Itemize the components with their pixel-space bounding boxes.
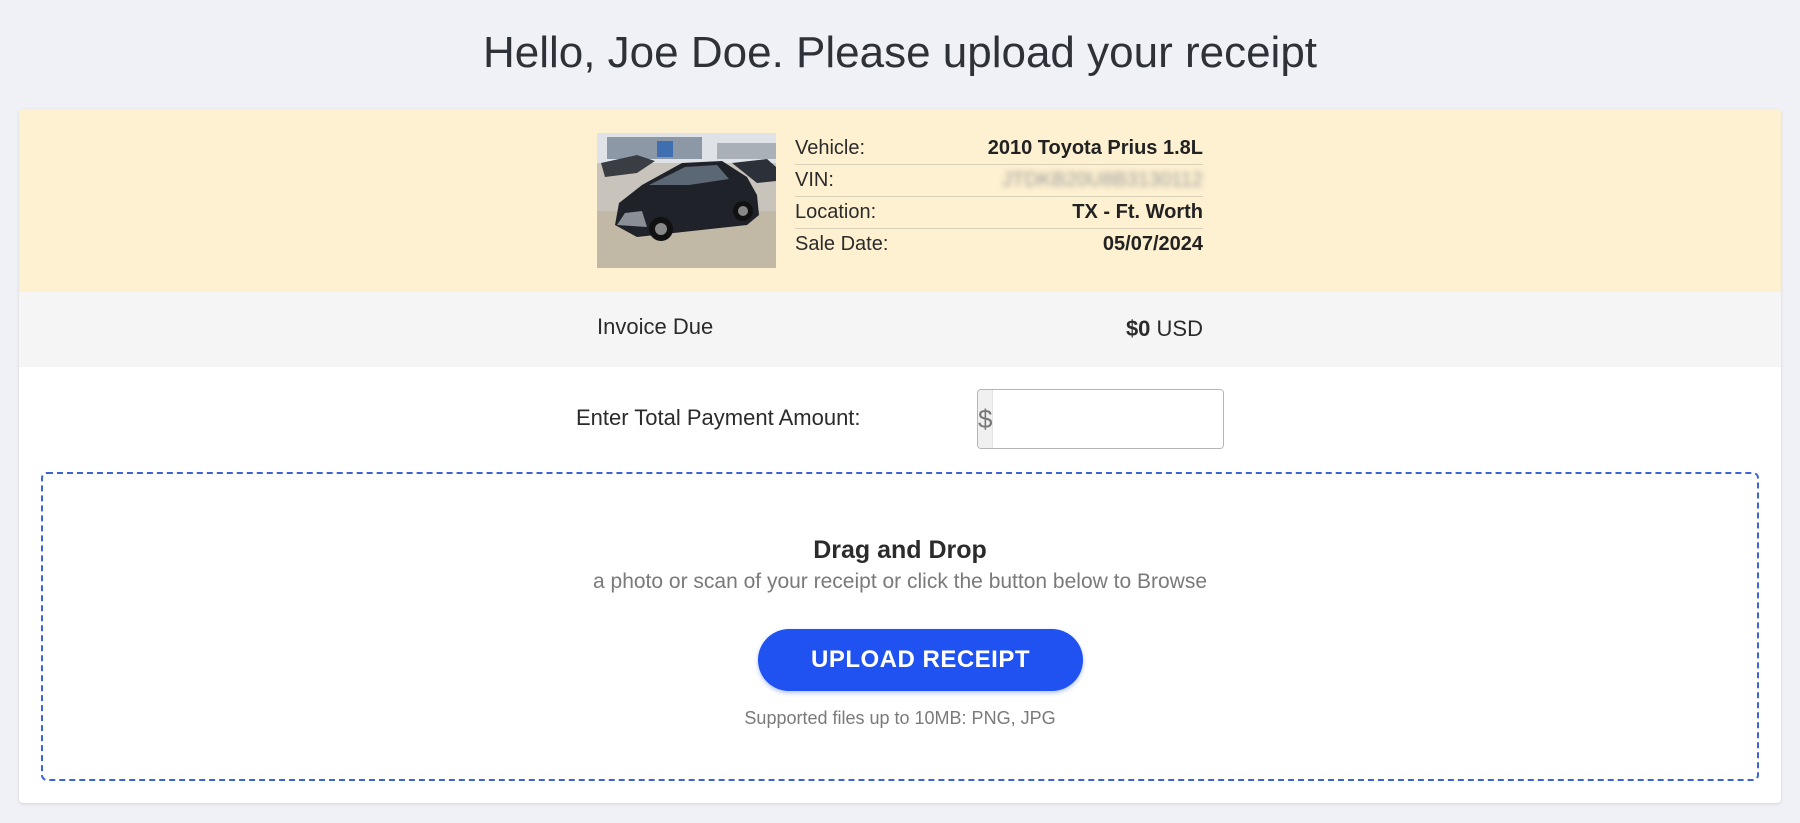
receipt-dropzone[interactable]: Drag and Drop a photo or scan of your re… — [41, 472, 1759, 781]
vehicle-photo — [597, 133, 776, 268]
supported-files-note: Supported files up to 10MB: PNG, JPG — [744, 708, 1056, 728]
location-row: Location: TX - Ft. Worth — [795, 197, 1203, 229]
vehicle-details: Vehicle: 2010 Toyota Prius 1.8L VIN: JTD… — [795, 133, 1203, 260]
location-value: TX - Ft. Worth — [1072, 201, 1203, 223]
vin-label: VIN: — [795, 169, 834, 191]
page-title: Hello, Joe Doe. Please upload your recei… — [482, 28, 1318, 77]
invoice-due-amount: $0 USD — [1019, 316, 1203, 342]
invoice-amount-value: $0 — [1125, 316, 1151, 341]
invoice-due-band: Invoice Due $0 USD — [19, 292, 1781, 367]
vehicle-info-band: Vehicle: 2010 Toyota Prius 1.8L VIN: JTD… — [19, 109, 1781, 292]
dollar-sign-addon: $ — [978, 390, 994, 448]
vin-row: VIN: JTDKB20U8B3130112 — [795, 165, 1203, 197]
location-label: Location: — [795, 201, 877, 223]
sale-date-value: 05/07/2024 — [1102, 233, 1203, 255]
payment-amount-input[interactable] — [993, 390, 1223, 448]
invoice-due-label: Invoice Due — [597, 314, 714, 339]
vehicle-row: Vehicle: 2010 Toyota Prius 1.8L — [795, 133, 1203, 165]
sale-date-row: Sale Date: 05/07/2024 — [795, 229, 1203, 260]
vin-value: JTDKB20U8B3130112 — [1002, 169, 1203, 191]
sale-date-label: Sale Date: — [795, 233, 889, 255]
receipt-upload-card: Vehicle: 2010 Toyota Prius 1.8L VIN: JTD… — [19, 109, 1781, 803]
dropzone-subtitle: a photo or scan of your receipt or click… — [593, 570, 1207, 593]
payment-amount-label: Enter Total Payment Amount: — [576, 405, 861, 430]
vehicle-label: Vehicle: — [795, 137, 866, 159]
upload-receipt-button[interactable]: UPLOAD RECEIPT — [758, 629, 1083, 691]
dropzone-title: Drag and Drop — [813, 536, 987, 564]
vehicle-value: 2010 Toyota Prius 1.8L — [987, 137, 1203, 159]
payment-amount-field: $ — [977, 389, 1224, 449]
invoice-currency: USD — [1156, 316, 1203, 341]
